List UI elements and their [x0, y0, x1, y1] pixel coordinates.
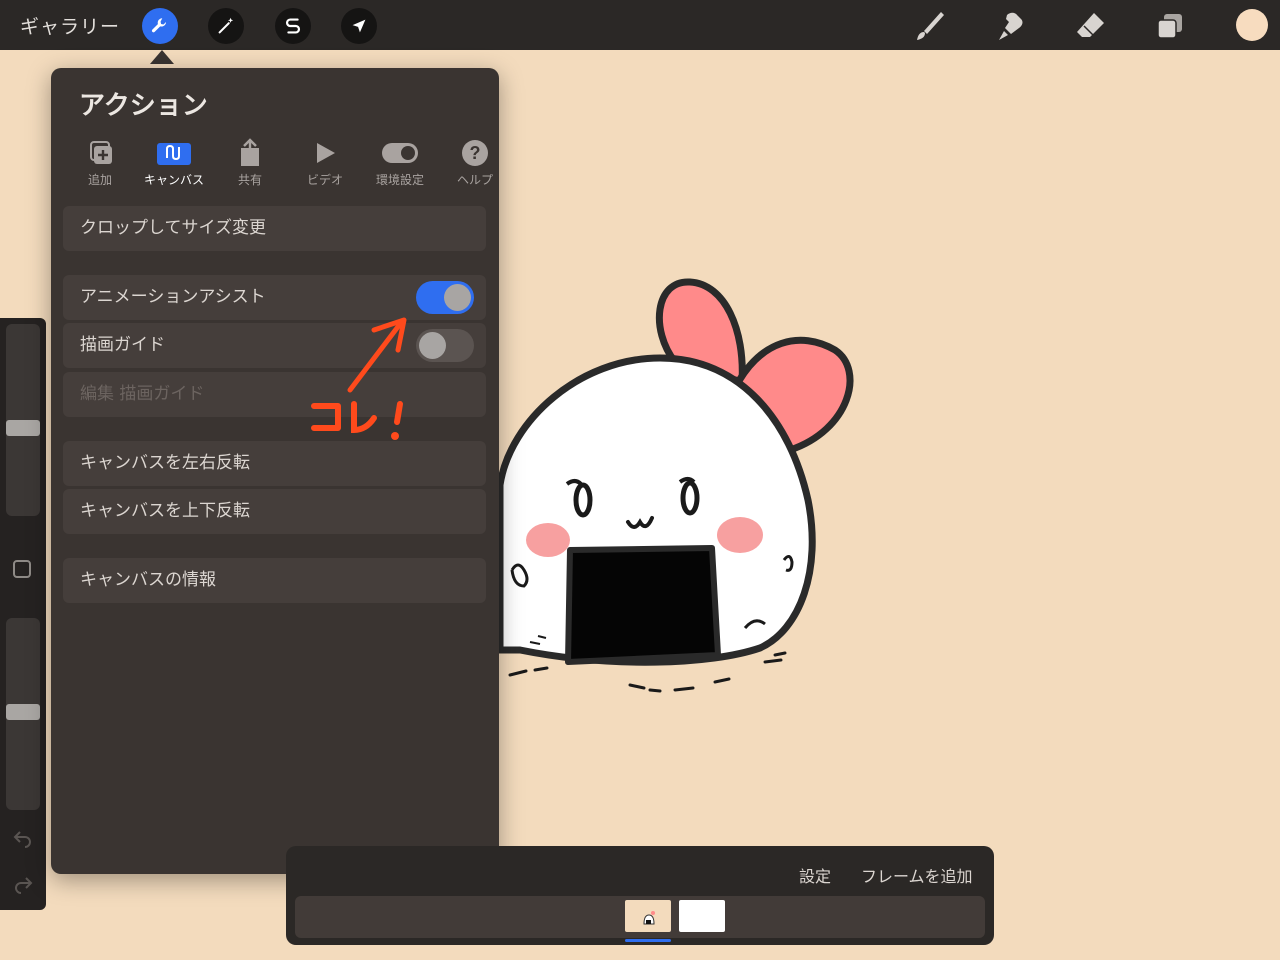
drawing-guide-label: 描画ガイド [80, 335, 165, 355]
redo-icon[interactable] [12, 876, 34, 898]
transform-button[interactable] [341, 8, 377, 44]
tab-help[interactable]: ? ヘルプ [438, 138, 512, 198]
color-picker-button[interactable] [1236, 9, 1268, 41]
tab-share[interactable]: 共有 [213, 138, 287, 198]
eraser-tool[interactable] [1072, 8, 1108, 44]
tab-canvas-label: キャンバス [143, 173, 204, 187]
magic-wand-icon [218, 17, 234, 34]
popover-caret [150, 50, 174, 64]
crop-resize-row[interactable]: クロップしてサイズ変更 [63, 206, 486, 251]
handwritten-annotation [311, 317, 407, 440]
frame-strip [295, 896, 985, 942]
modify-button[interactable] [13, 560, 31, 578]
canvas-info-label: キャンバスの情報 [80, 570, 216, 590]
actions-tab-bar: 追加 キャンバス 共有 ビデオ 環境設定 ? ヘルプ [63, 138, 499, 198]
flip-horizontal-label: キャンバスを左右反転 [80, 453, 250, 473]
left-sidebar [0, 318, 46, 910]
adjustments-button[interactable] [208, 8, 244, 44]
eraser-icon [1077, 13, 1104, 37]
current-frame-indicator [625, 939, 671, 942]
edit-drawing-guide-label: 編集 描画ガイド [80, 384, 205, 404]
selection-s-icon [286, 18, 300, 34]
toggle-icon [382, 143, 418, 163]
play-icon [317, 143, 335, 163]
tab-video[interactable]: ビデオ [288, 138, 362, 198]
layers-icon [1157, 14, 1182, 39]
tab-video-label: ビデオ [306, 173, 343, 187]
smudge-tool[interactable] [992, 8, 1028, 44]
arrow-cursor-icon [352, 19, 366, 33]
opacity-thumb[interactable] [6, 704, 40, 720]
canvas-info-row[interactable]: キャンバスの情報 [63, 558, 486, 603]
tab-help-label: ヘルプ [456, 173, 493, 187]
top-toolbar: ギャラリー [0, 0, 1280, 50]
tab-preferences-label: 環境設定 [375, 173, 424, 187]
brush-size-thumb[interactable] [6, 420, 40, 436]
flip-vertical-row[interactable]: キャンバスを上下反転 [63, 489, 486, 534]
actions-wrench-button[interactable] [142, 8, 178, 44]
tab-share-label: 共有 [237, 173, 262, 187]
add-icon [90, 141, 112, 164]
undo-icon[interactable] [12, 830, 34, 852]
flip-vertical-label: キャンバスを上下反転 [80, 501, 250, 521]
wrench-icon [151, 18, 167, 33]
frame-thumbnail-2[interactable] [679, 900, 725, 932]
frame-1-onigiri-thumbnail [643, 911, 655, 925]
animation-timeline: 設定 フレームを追加 [286, 846, 994, 945]
animation-assist-label: アニメーションアシスト [80, 287, 266, 307]
tab-add[interactable]: 追加 [63, 138, 137, 198]
gallery-button[interactable]: ギャラリー [20, 12, 120, 39]
brush-icon [917, 12, 944, 40]
actions-popover: アクション 追加 キャンバス 共有 ビデオ 環境設定 ? ヘルプ クロップしてサ… [51, 68, 499, 874]
smudge-icon [999, 12, 1023, 40]
canvas-icon [157, 143, 191, 165]
brush-tool[interactable] [912, 8, 948, 44]
add-frame-button[interactable]: フレームを追加 [861, 863, 973, 887]
crop-resize-label: クロップしてサイズ変更 [80, 218, 266, 238]
frame-thumbnail-1[interactable] [625, 900, 671, 932]
tab-canvas[interactable]: キャンバス [137, 138, 211, 198]
svg-text:?: ? [470, 143, 481, 163]
tab-add-label: 追加 [87, 173, 112, 187]
help-icon: ? [462, 140, 488, 166]
layers-tool[interactable] [1152, 8, 1188, 44]
canvas-drawing-onigiri-illustration [496, 278, 854, 693]
selection-button[interactable] [275, 8, 311, 44]
share-icon [241, 138, 259, 166]
popover-title: アクション [79, 91, 208, 121]
timeline-settings-button[interactable]: 設定 [799, 863, 831, 887]
tab-preferences[interactable]: 環境設定 [363, 138, 437, 198]
